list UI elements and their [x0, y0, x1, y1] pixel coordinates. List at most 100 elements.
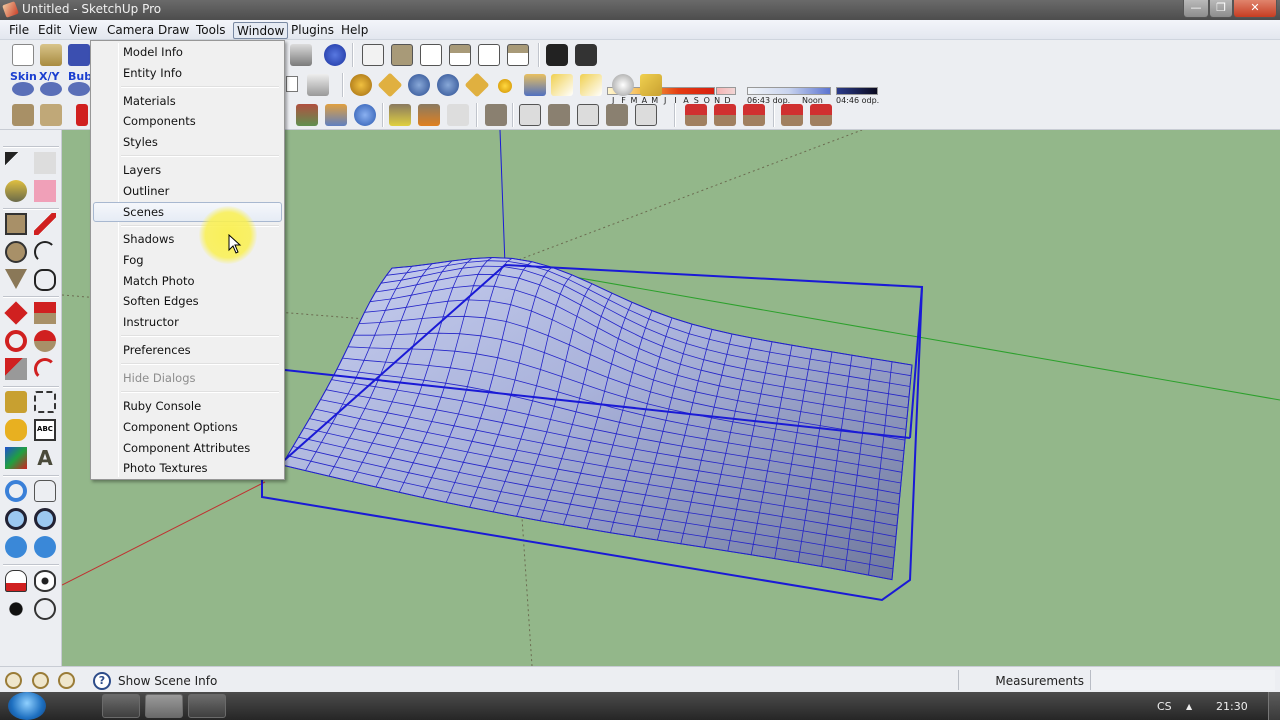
menu-item-preferences[interactable]: Preferences	[93, 340, 282, 360]
menu-tools[interactable]: Tools	[193, 22, 229, 39]
skin-icon[interactable]	[12, 82, 34, 96]
menu-item-outliner[interactable]: Outliner	[93, 181, 282, 201]
copyright-icon[interactable]	[58, 672, 75, 689]
right-view-icon[interactable]	[478, 44, 500, 66]
menu-item-model-info[interactable]: Model Info	[93, 42, 282, 62]
menu-item-fog[interactable]: Fog	[93, 250, 282, 270]
menu-plugins[interactable]: Plugins	[288, 22, 337, 39]
layer-info-icon[interactable]	[307, 74, 329, 96]
trim-icon[interactable]	[606, 104, 628, 126]
menu-item-ruby-console[interactable]: Ruby Console	[93, 396, 282, 416]
language-indicator[interactable]: CS	[1157, 700, 1172, 713]
zoom-window-icon[interactable]	[34, 508, 56, 530]
front-view-icon[interactable]	[391, 44, 413, 66]
ruby-r-icon[interactable]	[408, 74, 430, 96]
tray-expand-icon[interactable]: ▲	[1186, 702, 1192, 711]
axes-icon[interactable]	[5, 447, 27, 469]
pencil-line-icon[interactable]	[34, 213, 56, 235]
share-component-icon[interactable]	[447, 104, 469, 126]
redo-push-icon[interactable]	[810, 104, 832, 126]
toggle-terrain-icon[interactable]	[325, 104, 347, 126]
light-icon[interactable]	[524, 74, 546, 96]
select-arrow-icon[interactable]	[5, 152, 27, 174]
walk-footprints-icon[interactable]	[5, 598, 27, 620]
user-credits-icon[interactable]	[32, 672, 49, 689]
menu-item-component-attributes[interactable]: Component Attributes	[93, 438, 282, 458]
menu-item-styles[interactable]: Styles	[93, 132, 282, 152]
tape-measure-icon[interactable]	[5, 391, 27, 413]
scale-icon[interactable]	[5, 358, 27, 380]
minimize-button[interactable]: —	[1183, 0, 1209, 18]
left-view-icon[interactable]	[507, 44, 529, 66]
bubble-icon[interactable]	[68, 82, 90, 96]
pan-hand-icon[interactable]	[34, 480, 56, 502]
xy-icon[interactable]	[40, 82, 62, 96]
add-location-icon[interactable]	[296, 104, 318, 126]
sphere-icon[interactable]	[498, 79, 512, 93]
google-earth-icon[interactable]	[354, 104, 376, 126]
intersect-icon[interactable]	[519, 104, 541, 126]
share-model-icon[interactable]	[418, 104, 440, 126]
geo-location-icon[interactable]	[5, 672, 22, 689]
arc-icon[interactable]	[34, 241, 56, 263]
measurements-input[interactable]	[1090, 670, 1275, 690]
follow-me-icon[interactable]	[34, 330, 56, 352]
back-view-icon[interactable]	[420, 44, 442, 66]
protractor-icon[interactable]	[5, 419, 27, 441]
open-file-icon[interactable]	[40, 44, 62, 66]
render-sphere-icon[interactable]	[612, 74, 634, 96]
clock[interactable]: 21:30	[1216, 700, 1248, 713]
taskbar-app-chrome[interactable]	[102, 694, 140, 718]
taskbar-app-acrobat[interactable]	[62, 694, 100, 718]
spotlight-icon[interactable]	[551, 74, 573, 96]
push-v-icon[interactable]	[714, 104, 736, 126]
texture2-icon[interactable]	[40, 104, 62, 126]
menu-edit[interactable]: Edit	[35, 22, 64, 39]
shadow-info-icon[interactable]	[546, 44, 568, 66]
taskbar-app-camera[interactable]	[188, 694, 226, 718]
model-info-icon[interactable]	[324, 44, 346, 66]
menu-view[interactable]: View	[66, 22, 100, 39]
freehand-icon[interactable]	[34, 269, 56, 291]
circle-icon[interactable]	[5, 241, 27, 263]
environment-icon[interactable]	[640, 74, 662, 96]
section-plane-icon[interactable]	[34, 598, 56, 620]
iso-view-icon[interactable]	[362, 44, 384, 66]
menu-camera[interactable]: Camera	[104, 22, 157, 39]
paint-bucket-icon[interactable]	[5, 180, 27, 202]
display-shadows-icon[interactable]	[575, 44, 597, 66]
menu-draw[interactable]: Draw	[155, 22, 192, 39]
omnilight-icon[interactable]	[580, 74, 602, 96]
subtract-icon[interactable]	[577, 104, 599, 126]
3d-text-icon[interactable]: A	[34, 447, 56, 469]
material-m-icon[interactable]	[350, 74, 372, 96]
dimension-icon[interactable]	[34, 391, 56, 413]
undo-push-icon[interactable]	[781, 104, 803, 126]
help-question-icon[interactable]	[437, 74, 459, 96]
style-dropdown-arrow-icon[interactable]	[286, 76, 298, 92]
tag-icon[interactable]	[377, 72, 403, 98]
maximize-button[interactable]: ❐	[1209, 0, 1233, 18]
offset-icon[interactable]	[34, 358, 56, 380]
position-camera-icon[interactable]	[5, 570, 27, 592]
text-tool-icon[interactable]: ABC	[34, 419, 56, 441]
polygon-icon[interactable]	[5, 269, 27, 289]
start-button[interactable]	[8, 692, 46, 720]
show-desktop-button[interactable]	[1268, 692, 1280, 720]
menu-item-soften-edges[interactable]: Soften Edges	[93, 291, 282, 311]
zoom-extents-icon[interactable]	[5, 536, 27, 558]
get-models-icon[interactable]	[389, 104, 411, 126]
menu-item-instructor[interactable]: Instructor	[93, 312, 282, 332]
push-j-icon[interactable]	[685, 104, 707, 126]
taskbar-app-sketchup[interactable]	[145, 694, 183, 718]
save-icon[interactable]	[68, 44, 90, 66]
menu-file[interactable]: File	[6, 22, 32, 39]
red-tool-icon[interactable]	[76, 104, 88, 126]
push-n-icon[interactable]	[743, 104, 765, 126]
look-around-icon[interactable]	[34, 570, 56, 592]
menu-item-match-photo[interactable]: Match Photo	[93, 271, 282, 291]
push-pull-icon[interactable]	[34, 302, 56, 324]
close-button[interactable]: ✕	[1233, 0, 1277, 18]
union-icon[interactable]	[548, 104, 570, 126]
rotate-icon[interactable]	[5, 330, 27, 352]
